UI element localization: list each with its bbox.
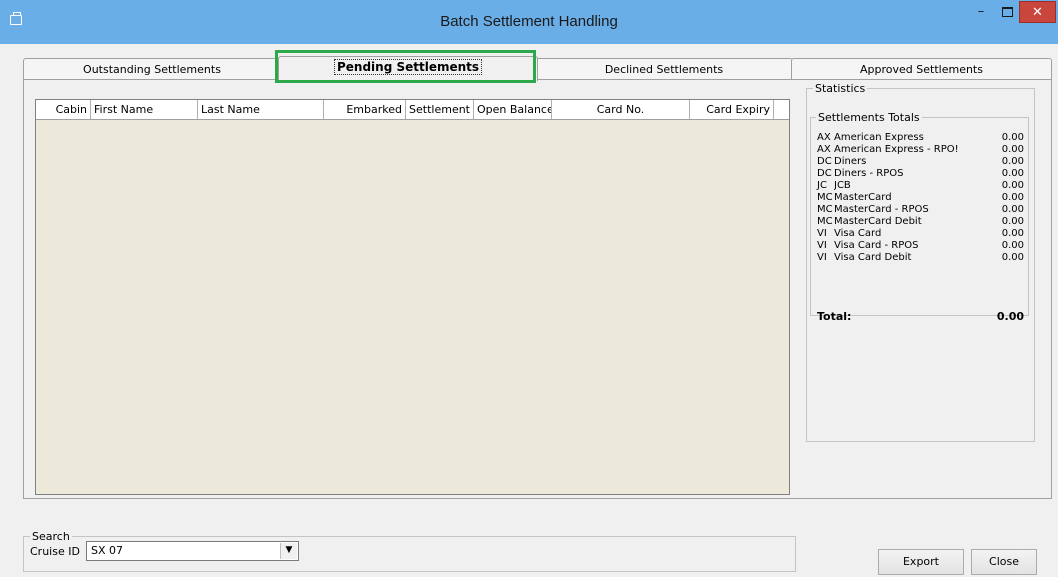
- tab-label: Approved Settlements: [860, 63, 983, 76]
- stat-row: AX American Express 0.00: [817, 132, 1024, 144]
- maximize-icon: [1001, 6, 1013, 17]
- card-total: 0.00: [1001, 132, 1024, 143]
- stat-row: MC MasterCard Debit 0.00: [817, 216, 1024, 228]
- card-name: Visa Card: [834, 228, 882, 239]
- stat-row: VI Visa Card - RPOS 0.00: [817, 240, 1024, 252]
- card-name: MasterCard: [834, 192, 892, 203]
- col-first-name[interactable]: First Name: [91, 100, 198, 119]
- cruise-id-label: Cruise ID: [30, 545, 80, 558]
- card-total: 0.00: [1001, 192, 1024, 203]
- export-button[interactable]: Export: [878, 549, 964, 575]
- col-cabin[interactable]: Cabin: [36, 100, 91, 119]
- search-legend: Search: [32, 530, 70, 543]
- stat-row: AX American Express - RPO! 0.00: [817, 144, 1024, 156]
- card-name: Visa Card Debit: [834, 252, 912, 263]
- cruise-id-select[interactable]: SX 07 ▼: [86, 541, 299, 561]
- total-label: Total:: [817, 310, 852, 323]
- card-name: Diners - RPOS: [834, 168, 904, 179]
- title-bar: Batch Settlement Handling – ✕: [0, 0, 1058, 44]
- card-total: 0.00: [1001, 168, 1024, 179]
- tab-bar: Outstanding Settlements Pending Settleme…: [23, 56, 1052, 81]
- col-open-balance[interactable]: Open Balance: [474, 100, 552, 119]
- card-total: 0.00: [1001, 240, 1024, 251]
- tab-pending-settlements[interactable]: Pending Settlements: [278, 56, 538, 81]
- card-total: 0.00: [1001, 228, 1024, 239]
- col-settlement[interactable]: Settlement: [406, 100, 474, 119]
- settlements-grid[interactable]: Cabin First Name Last Name Embarked Sett…: [35, 99, 790, 495]
- card-total: 0.00: [1001, 252, 1024, 263]
- stat-row: DC Diners 0.00: [817, 156, 1024, 168]
- card-name: JCB: [834, 180, 851, 191]
- card-name: American Express: [834, 132, 924, 143]
- settlements-totals-legend: Settlements Totals: [818, 111, 920, 124]
- card-name: Diners: [834, 156, 867, 167]
- stat-row: MC MasterCard - RPOS 0.00: [817, 204, 1024, 216]
- tab-declined-settlements[interactable]: Declined Settlements: [535, 58, 793, 80]
- card-total: 0.00: [1001, 144, 1024, 155]
- cruise-id-value: SX 07: [91, 544, 124, 557]
- tab-label: Pending Settlements: [333, 59, 483, 75]
- tab-label: Outstanding Settlements: [83, 63, 221, 76]
- minimize-button[interactable]: –: [968, 1, 994, 23]
- col-card-no[interactable]: Card No.: [552, 100, 690, 119]
- tab-approved-settlements[interactable]: Approved Settlements: [791, 58, 1052, 80]
- grid-header: Cabin First Name Last Name Embarked Sett…: [36, 100, 789, 120]
- card-total: 0.00: [1001, 204, 1024, 215]
- stat-row: JC JCB 0.00: [817, 180, 1024, 192]
- stat-row: DC Diners - RPOS 0.00: [817, 168, 1024, 180]
- statistics-legend: Statistics: [815, 82, 866, 95]
- close-window-button[interactable]: ✕: [1019, 1, 1056, 23]
- card-name: MasterCard Debit: [834, 216, 922, 227]
- card-total: 0.00: [1001, 180, 1024, 191]
- tab-label: Declined Settlements: [604, 63, 724, 76]
- col-embarked[interactable]: Embarked: [324, 100, 406, 119]
- tab-outstanding-settlements[interactable]: Outstanding Settlements: [23, 58, 281, 80]
- statistics-group: Statistics Settlements Totals AX American…: [806, 82, 1035, 442]
- stat-row: VI Visa Card Debit 0.00: [817, 252, 1024, 264]
- card-total: 0.00: [1001, 216, 1024, 227]
- col-last-name[interactable]: Last Name: [198, 100, 324, 119]
- maximize-button[interactable]: [994, 1, 1020, 23]
- window-title: Batch Settlement Handling: [440, 13, 618, 30]
- card-name: MasterCard - RPOS: [834, 204, 929, 215]
- stat-row: MC MasterCard 0.00: [817, 192, 1024, 204]
- settlements-totals-group: Settlements Totals AX American Express 0.0…: [810, 111, 1029, 323]
- dropdown-arrow-icon[interactable]: ▼: [280, 543, 297, 559]
- card-name: Visa Card - RPOS: [834, 240, 919, 251]
- close-button[interactable]: Close: [971, 549, 1037, 575]
- card-total: 0.00: [1001, 156, 1024, 167]
- total-value: 0.00: [996, 310, 1024, 323]
- stat-row: VI Visa Card 0.00: [817, 228, 1024, 240]
- col-card-expiry[interactable]: Card Expiry: [690, 100, 774, 119]
- total-row: Total: 0.00: [817, 310, 1024, 323]
- card-name: American Express - RPO!: [834, 144, 959, 155]
